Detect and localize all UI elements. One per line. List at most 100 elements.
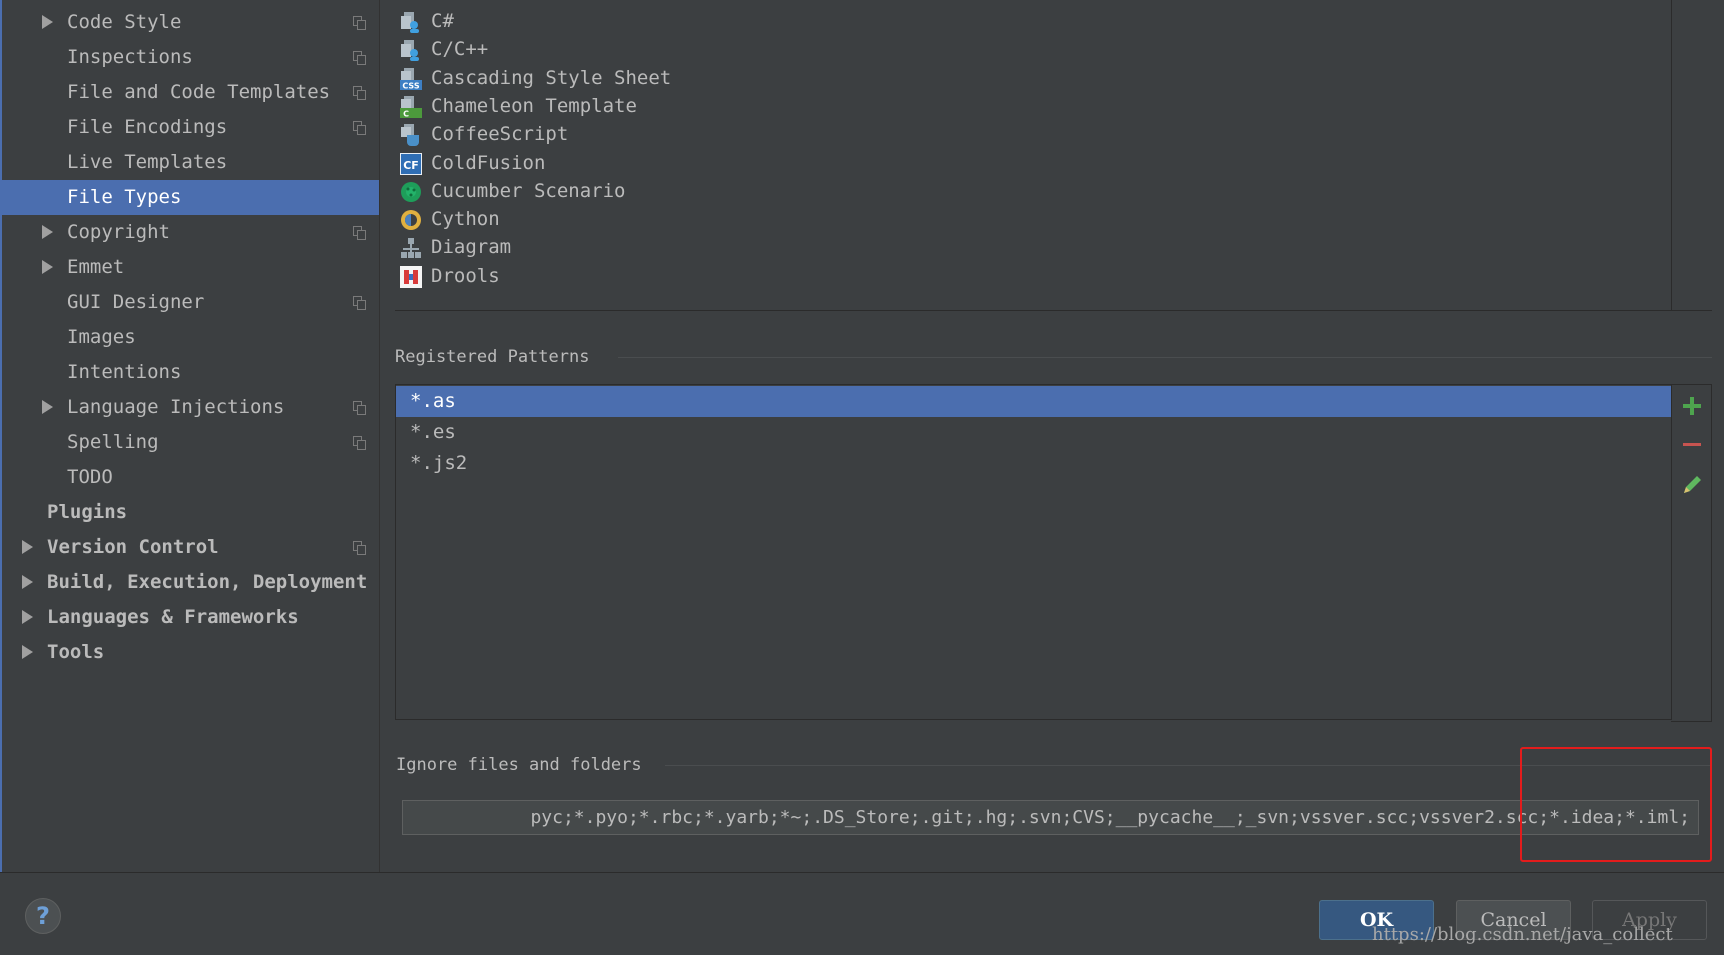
pattern-row[interactable]: *.es: [396, 417, 1671, 448]
project-scope-icon: [353, 401, 366, 415]
pattern-label: *.js2: [410, 452, 468, 474]
nav-item-live-templates[interactable]: Live Templates: [2, 145, 379, 180]
nav-item-inspections[interactable]: Inspections: [2, 40, 379, 75]
project-scope-icon: [353, 541, 366, 555]
file-type-label: Cython: [431, 208, 500, 230]
nav-item-label: File Encodings: [67, 116, 228, 138]
registered-patterns-title: Registered Patterns: [395, 347, 590, 367]
project-scope-icon: [353, 51, 366, 65]
ignore-files-input[interactable]: pyc;*.pyo;*.rbc;*.yarb;*~;.DS_Store;.git…: [402, 800, 1699, 835]
nav-item-label: Spelling: [67, 431, 159, 453]
nav-item-label: Language Injections: [67, 396, 285, 418]
file-type-label: ColdFusion: [431, 152, 546, 174]
file-type-label: Diagram: [431, 236, 512, 258]
nav-item-label: GUI Designer: [67, 291, 205, 313]
nav-item-plugins[interactable]: Plugins: [2, 495, 379, 530]
nav-item-label: TODO: [67, 466, 113, 488]
expand-arrow-icon[interactable]: [42, 15, 53, 29]
nav-item-emmet[interactable]: Emmet: [2, 250, 379, 285]
remove-pattern-button[interactable]: [1679, 432, 1705, 458]
file-type-label: C#: [431, 10, 454, 32]
diagram-file-icon: [400, 237, 422, 259]
nav-item-gui-designer[interactable]: GUI Designer: [2, 285, 379, 320]
nav-item-label: Plugins: [47, 501, 128, 523]
nav-item-label: Languages & Frameworks: [47, 606, 299, 628]
pattern-row[interactable]: *.as: [396, 386, 1671, 417]
file-types-scrollbar[interactable]: [1671, 0, 1672, 310]
nav-item-file-encodings[interactable]: File Encodings: [2, 110, 379, 145]
nav-item-label: Tools: [47, 641, 105, 663]
cython-file-icon: [400, 209, 422, 231]
registered-patterns-list[interactable]: *.as *.es *.js2: [395, 384, 1672, 720]
expand-arrow-icon[interactable]: [22, 540, 33, 554]
cucumber-file-icon: [400, 181, 422, 203]
expand-arrow-icon[interactable]: [42, 260, 53, 274]
project-scope-icon: [353, 121, 366, 135]
pattern-label: *.as: [410, 390, 456, 412]
file-type-label: Chameleon Template: [431, 95, 637, 117]
svg-text:CF: CF: [403, 159, 419, 172]
nav-item-label: Live Templates: [67, 151, 228, 173]
file-type-label: Cucumber Scenario: [431, 180, 626, 202]
watermark-text: https://blog.csdn.net/java_collect: [1372, 924, 1673, 945]
edit-pattern-button[interactable]: [1679, 472, 1705, 498]
expand-arrow-icon[interactable]: [22, 610, 33, 624]
nav-item-label: Version Control: [47, 536, 219, 558]
nav-item-build-execution-deployment[interactable]: Build, Execution, Deployment: [2, 565, 379, 600]
project-scope-icon: [353, 436, 366, 450]
project-scope-icon: [353, 16, 366, 30]
nav-item-language-injections[interactable]: Language Injections: [2, 390, 379, 425]
project-scope-icon: [353, 296, 366, 310]
drools-file-icon: [400, 266, 422, 288]
recognized-file-types-list[interactable]: C# C/C++ CSS Cascading Style Sheet C Chameleo…: [395, 0, 1712, 311]
pattern-label: *.es: [410, 421, 456, 443]
coffeescript-file-icon: [400, 124, 422, 146]
nav-item-spelling[interactable]: Spelling: [2, 425, 379, 460]
ignore-files-title: Ignore files and folders: [396, 755, 642, 775]
add-pattern-button[interactable]: [1679, 393, 1705, 419]
nav-item-copyright[interactable]: Copyright: [2, 215, 379, 250]
nav-item-label: File and Code Templates: [67, 81, 331, 103]
file-type-label: Cascading Style Sheet: [431, 67, 672, 89]
file-type-label: C/C++: [431, 38, 489, 60]
nav-item-images[interactable]: Images: [2, 320, 379, 355]
project-scope-icon: [353, 86, 366, 100]
expand-arrow-icon[interactable]: [22, 575, 33, 589]
file-type-label: CoffeeScript: [431, 123, 569, 145]
nav-item-todo[interactable]: TODO: [2, 460, 379, 495]
nav-item-version-control[interactable]: Version Control: [2, 530, 379, 565]
dialog-footer-divider: [0, 872, 1724, 873]
project-scope-icon: [353, 226, 366, 240]
nav-item-file-types[interactable]: File Types: [2, 180, 379, 215]
csharp-file-icon: [400, 11, 422, 33]
nav-item-languages-frameworks[interactable]: Languages & Frameworks: [2, 600, 379, 635]
help-button[interactable]: ?: [25, 898, 61, 934]
css-file-icon: CSS: [400, 68, 422, 91]
minus-icon: [1683, 443, 1701, 446]
nav-item-file-and-code-templates[interactable]: File and Code Templates: [2, 75, 379, 110]
nav-item-label: Emmet: [67, 256, 125, 278]
nav-item-label: Intentions: [67, 361, 182, 383]
plus-icon: [1683, 397, 1701, 415]
coldfusion-file-icon: CF: [400, 153, 422, 175]
nav-item-label: Copyright: [67, 221, 170, 243]
nav-item-code-style[interactable]: Code Style: [2, 5, 379, 40]
expand-arrow-icon[interactable]: [22, 645, 33, 659]
nav-item-tools[interactable]: Tools: [2, 635, 379, 670]
svg-text:CSS: CSS: [402, 82, 419, 91]
chameleon-file-icon: C: [400, 96, 422, 119]
annotation-highlight-box: [1520, 747, 1712, 862]
nav-item-label: Images: [67, 326, 136, 348]
nav-item-label: Build, Execution, Deployment: [47, 571, 368, 593]
cpp-file-icon: [400, 39, 422, 61]
expand-arrow-icon[interactable]: [42, 400, 53, 414]
expand-arrow-icon[interactable]: [42, 225, 53, 239]
nav-item-label: Inspections: [67, 46, 193, 68]
file-type-label: Drools: [431, 265, 500, 287]
nav-item-label: File Types: [67, 186, 182, 208]
pencil-icon: [1684, 476, 1701, 493]
nav-item-intentions[interactable]: Intentions: [2, 355, 379, 390]
section-divider: [618, 357, 1712, 358]
pattern-row[interactable]: *.js2: [396, 448, 1671, 479]
svg-text:C: C: [403, 110, 409, 119]
